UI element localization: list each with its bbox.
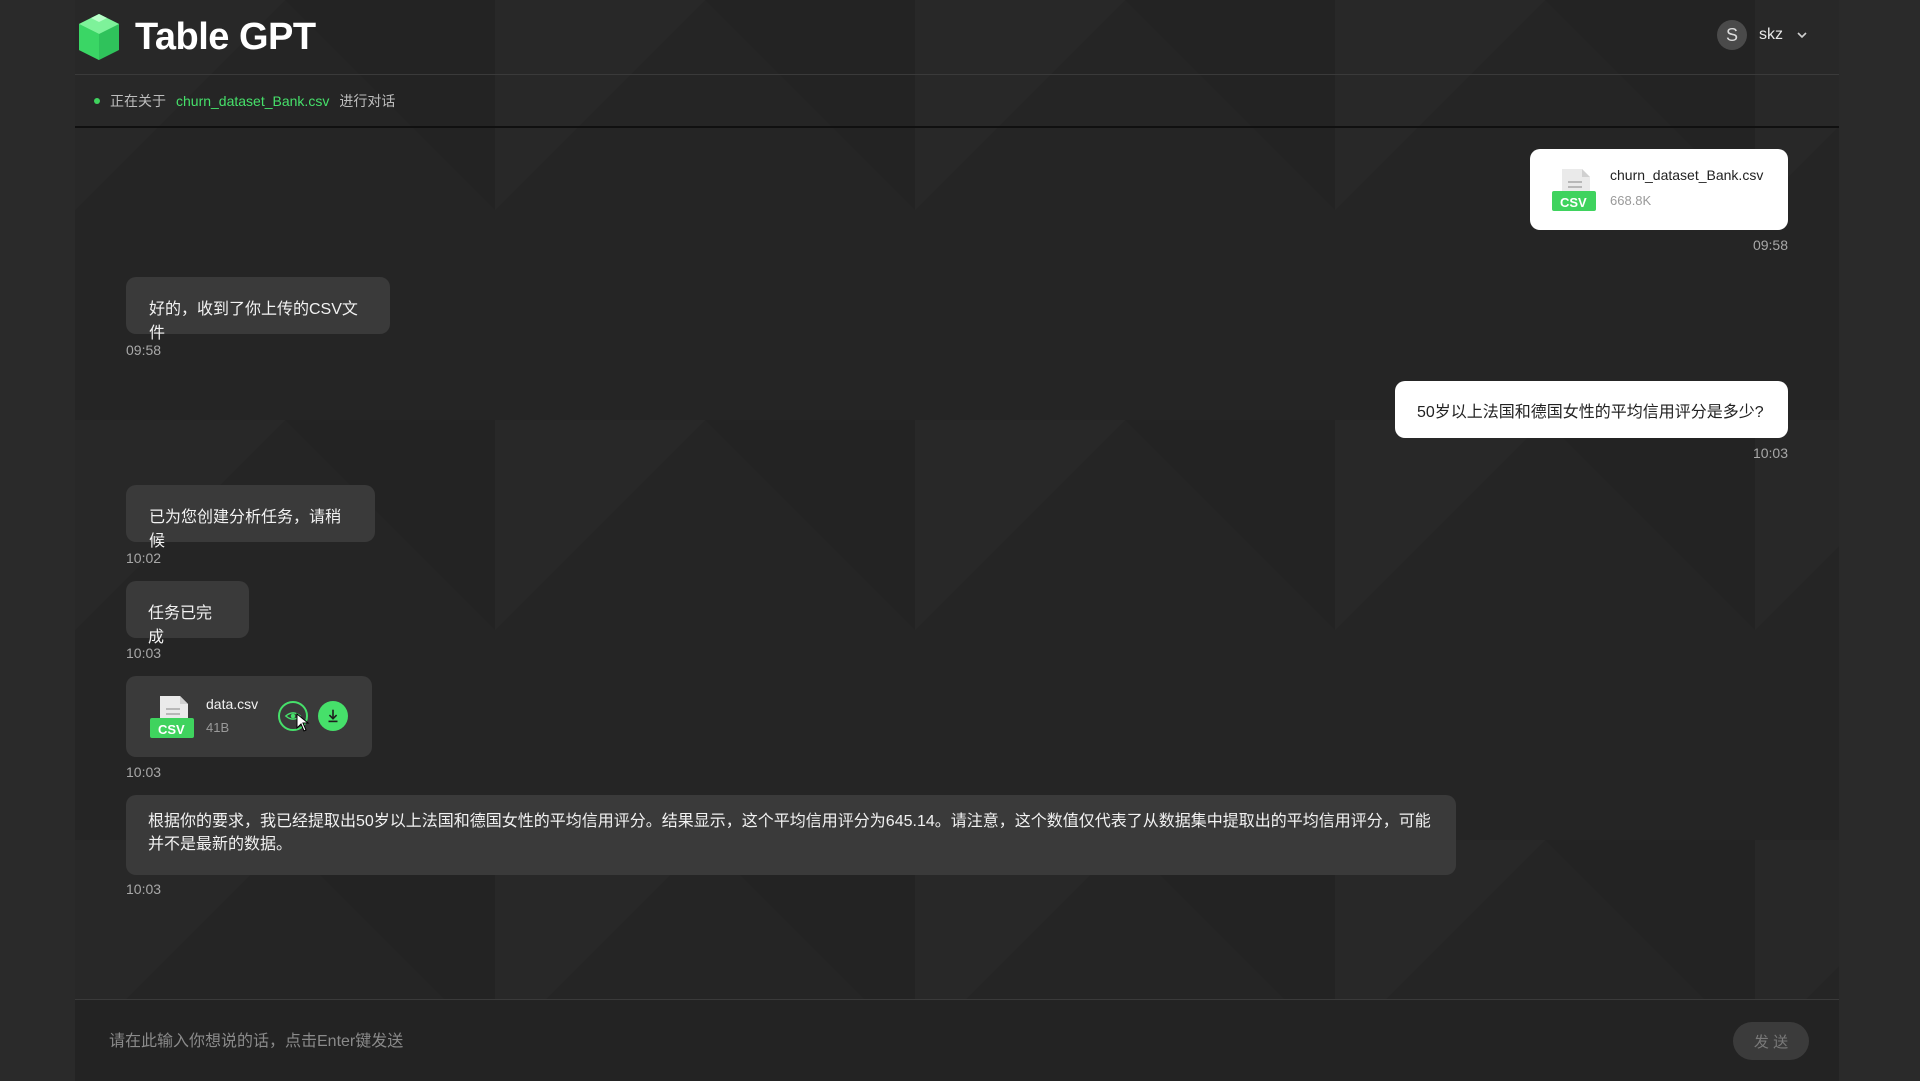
user-menu[interactable]: S skz [1717,20,1809,50]
message-time: 10:02 [126,550,162,566]
avatar: S [1717,20,1747,50]
user-message-text: 50岁以上法国和德国女性的平均信用评分是多少? [1417,403,1764,421]
context-bar: 正在关于 churn_dataset_Bank.csv 进行对话 [75,75,1839,128]
send-button[interactable]: 发 送 [1733,1022,1809,1060]
header: Table GPT S skz [75,0,1839,75]
bot-message: 任务已完成 [126,581,249,646]
context-prefix: 正在关于 [110,92,166,109]
context-file-name: churn_dataset_Bank.csv [176,92,330,109]
result-file-message: CSV data.csv 41B [126,676,372,757]
logo[interactable]: Table GPT [77,12,316,62]
chat-input-area: 发 送 [75,999,1839,1081]
uploaded-file-name: churn_dataset_Bank.csv [1610,167,1764,183]
message-time: 10:03 [126,764,162,780]
user-message: 50岁以上法国和德国女性的平均信用评分是多少? [1395,381,1788,438]
message-time: 10:03 [126,645,162,661]
app-title: Table GPT [135,15,316,58]
user-name: skz [1759,26,1783,43]
uploaded-file-message[interactable]: CSV churn_dataset_Bank.csv 668.8K [1530,149,1788,230]
bot-message-text: 根据你的要求，我已经提取出50岁以上法国和德国女性的平均信用评分。结果显示，这个… [148,813,1431,853]
csv-badge: CSV [1560,195,1587,210]
result-file-name: data.csv [206,696,259,712]
bot-message: 好的，收到了你上传的CSV文件 [126,277,390,342]
message-time: 09:58 [126,342,162,358]
bot-message: 根据你的要求，我已经提取出50岁以上法国和德国女性的平均信用评分。结果显示，这个… [126,795,1456,875]
mouse-cursor-icon [296,713,310,732]
cube-logo-icon [79,14,119,60]
message-time: 10:03 [1752,445,1788,461]
chat-input[interactable] [107,1022,1611,1062]
chevron-down-icon[interactable] [1795,28,1809,42]
status-dot [94,97,100,104]
message-time: 09:58 [1752,237,1788,253]
csv-badge: CSV [158,722,185,737]
download-button[interactable] [318,701,348,731]
result-file-size: 41B [206,720,230,735]
bot-message: 已为您创建分析任务，请稍候 [126,485,375,550]
message-time: 10:03 [126,881,162,897]
context-suffix: 进行对话 [339,92,396,109]
uploaded-file-size: 668.8K [1610,193,1652,208]
download-icon [328,709,338,723]
